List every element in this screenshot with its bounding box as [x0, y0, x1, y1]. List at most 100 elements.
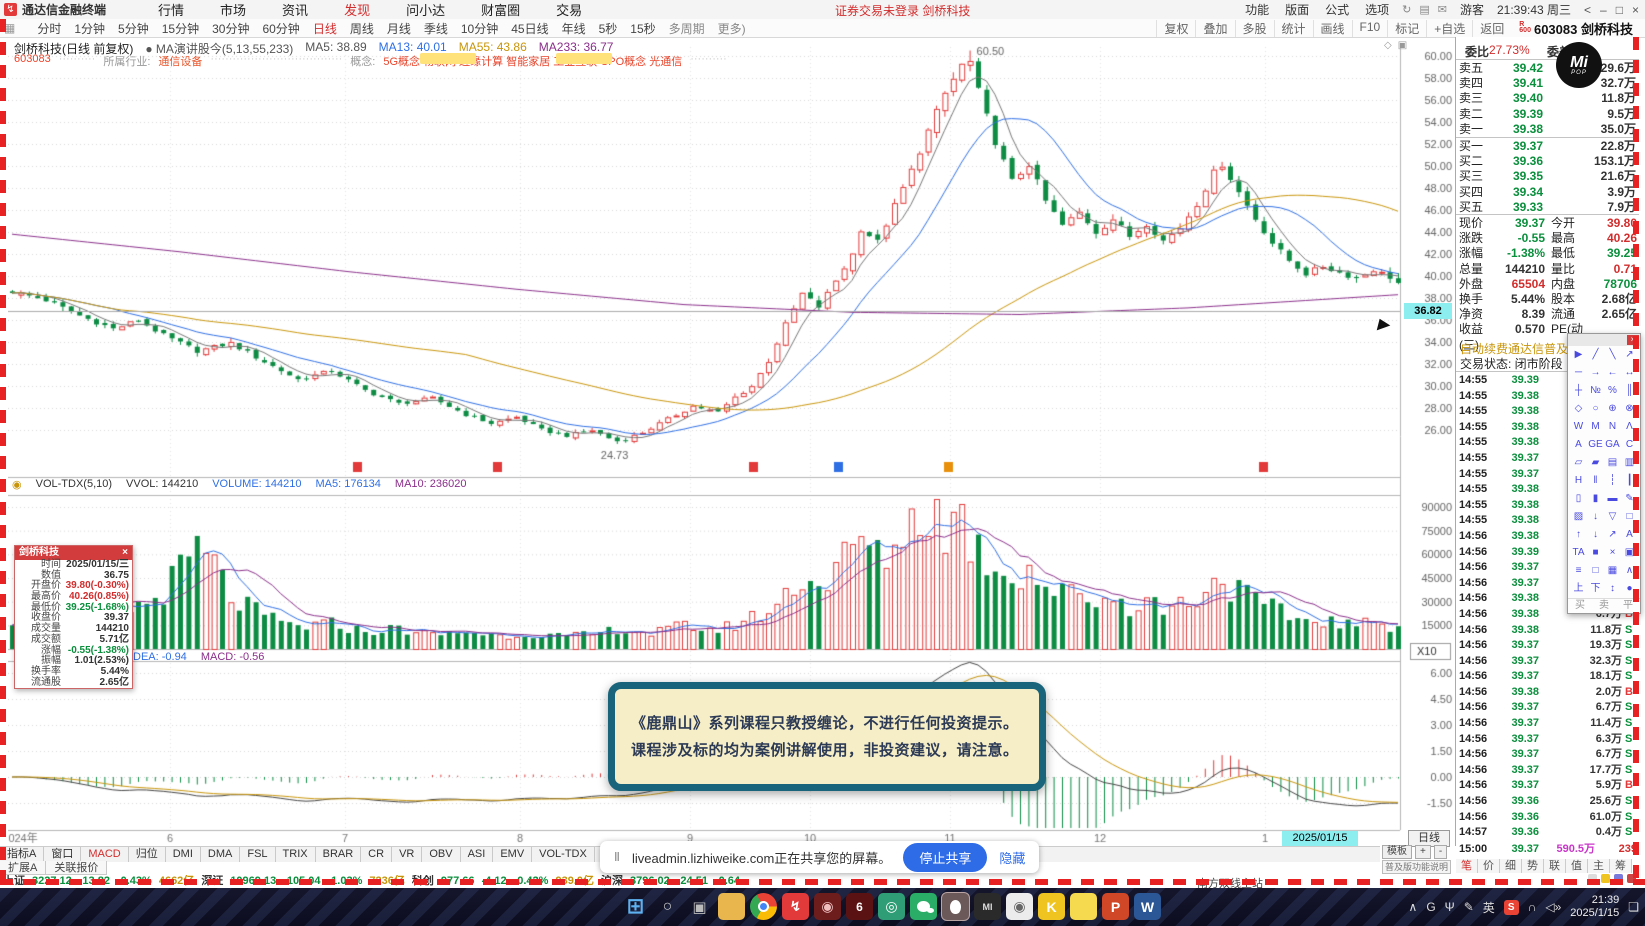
drawing-tool-icon[interactable]: ▬ [1604, 490, 1621, 508]
drawing-tool-icon[interactable]: □ [1587, 562, 1604, 580]
taskbar-app-icon[interactable] [942, 893, 969, 920]
popup-titlebar[interactable]: 剑桥科技 × [15, 546, 132, 560]
indicator-tab[interactable]: CR [361, 847, 393, 862]
sell-level-row[interactable]: 卖五 39.42 29.6万 [1459, 61, 1636, 76]
drawing-tool-icon[interactable]: ┼ [1570, 382, 1587, 400]
period-tab[interactable]: 30分钟 [212, 20, 249, 37]
palette-footer-item[interactable]: 平 [1623, 599, 1633, 613]
toolbar-mini-icon[interactable]: ▤ [1419, 3, 1429, 16]
taskbar-app-icon[interactable]: K [1038, 893, 1065, 920]
indicator-tab[interactable]: MACD [81, 847, 129, 862]
indicator-tab[interactable]: OBV [422, 847, 461, 862]
tick-trade-row[interactable]: 14:56 39.37 6.7万 S [1459, 747, 1637, 763]
menu-item[interactable]: 资讯 [282, 0, 308, 19]
user-guest-label[interactable]: 游客 [1460, 1, 1484, 18]
indicator-tab[interactable]: VR [392, 847, 423, 862]
indicator-tab[interactable]: DMA [201, 847, 241, 862]
taskbar-app-icon[interactable] [718, 893, 745, 920]
drawing-tool-icon[interactable]: № [1587, 382, 1604, 400]
microphone-icon[interactable]: Ψ [1445, 900, 1455, 914]
buy-level-row[interactable]: 买五 39.33 7.9万 [1459, 200, 1636, 215]
extension-tab[interactable]: 关联报价 [46, 861, 108, 875]
close-icon[interactable]: × [122, 546, 128, 560]
chart-corner-icon[interactable]: ◇ [1384, 40, 1392, 51]
drawing-tool-icon[interactable]: ◇ [1570, 400, 1587, 418]
drawing-tool-icon[interactable]: ↓ [1587, 508, 1604, 526]
period-tab[interactable]: 5分钟 [118, 20, 149, 37]
taskbar-app-icon[interactable]: 6 [846, 893, 873, 920]
quote-panel-tab[interactable]: 势 [1522, 859, 1544, 873]
menu-item[interactable]: 财富圈 [481, 0, 520, 19]
indicator-tab[interactable]: 窗口 [44, 847, 82, 862]
period-tab[interactable]: 月线 [387, 20, 411, 37]
menu-item[interactable]: 版面 [1285, 1, 1309, 18]
quote-panel-tab[interactable]: 笔 [1456, 859, 1478, 873]
drawing-tool-icon[interactable]: ■ [1587, 544, 1604, 562]
taskbar-app-icon[interactable]: W [1134, 893, 1161, 920]
tick-trade-row[interactable]: 14:56 39.38 2.0万 B [1459, 685, 1637, 701]
drawing-tool-icon[interactable]: ▱ [1570, 454, 1587, 472]
tick-trade-row[interactable]: 14:56 39.38 11.8万 S [1459, 623, 1637, 639]
chart-action-button[interactable]: F10 [1351, 19, 1388, 37]
quote-panel-tab[interactable]: 细 [1500, 859, 1522, 873]
taskbar-app-icon[interactable]: ◎ [878, 893, 905, 920]
drawing-tool-icon[interactable]: A [1570, 436, 1587, 454]
drawing-tool-icon[interactable]: ▦ [1604, 562, 1621, 580]
taskbar-app-icon[interactable] [910, 893, 937, 920]
menu-item[interactable]: 功能 [1245, 1, 1269, 18]
menu-item[interactable]: 行情 [158, 0, 184, 19]
taskbar-app-icon[interactable]: MI [974, 893, 1001, 920]
quote-panel-tab[interactable]: 价 [1478, 859, 1500, 873]
menu-item[interactable]: 市场 [220, 0, 246, 19]
drawing-tool-icon[interactable]: ↓ [1587, 526, 1604, 544]
input-language-indicator[interactable]: 英 [1483, 899, 1495, 916]
window-control-icon[interactable]: □ [1616, 3, 1623, 17]
indicator-tab[interactable]: VOL-TDX [532, 847, 595, 862]
indicator-tab[interactable]: BRAR [316, 847, 362, 862]
sell-level-row[interactable]: 卖一 39.38 35.0万 [1459, 122, 1636, 137]
sell-level-row[interactable]: 卖四 39.41 32.7万 [1459, 76, 1636, 91]
sell-level-row[interactable]: 卖三 39.40 11.8万 [1459, 91, 1636, 106]
period-tab[interactable]: 更多) [718, 20, 746, 37]
tick-trade-row[interactable]: 14:56 39.37 18.1万 S [1459, 669, 1637, 685]
drawing-tool-icon[interactable]: ▶ [1570, 346, 1587, 364]
drawing-tool-icon[interactable]: ▮ [1587, 490, 1604, 508]
tick-trade-row[interactable]: 14:56 39.36 61.0万 S [1459, 810, 1637, 826]
zoom-out-button[interactable]: - [1433, 845, 1448, 859]
drawing-tool-icon[interactable]: ╱ [1587, 346, 1604, 364]
quote-panel-tab[interactable]: 主 [1588, 859, 1610, 873]
indicator-tab[interactable]: FSL [240, 847, 276, 862]
drawing-tool-icon[interactable]: ▰ [1587, 454, 1604, 472]
drawing-tool-icon[interactable]: % [1604, 382, 1621, 400]
tray-caret-icon[interactable]: ∧ [1409, 900, 1418, 914]
drawing-tool-icon[interactable]: ← [1604, 364, 1621, 382]
menu-item[interactable]: 问小达 [406, 0, 445, 19]
hide-share-bar-link[interactable]: 隐藏 [999, 848, 1025, 867]
tick-trade-row[interactable]: 14:56 39.37 17.7万 S [1459, 763, 1637, 779]
quote-panel-tab[interactable]: 值 [1566, 859, 1588, 873]
tick-trade-row[interactable]: 14:56 39.37 5.9万 B [1459, 778, 1637, 794]
menu-item[interactable]: 选项 [1365, 1, 1389, 18]
taskbar-app-icon[interactable]: ⊞ [622, 893, 649, 920]
drawing-tool-icon[interactable]: × [1604, 544, 1621, 562]
menu-item[interactable]: 发现 [344, 0, 370, 19]
buy-level-row[interactable]: 买一 39.37 22.8万 [1459, 139, 1636, 154]
palette-titlebar[interactable]: × [1568, 334, 1640, 346]
period-tab[interactable]: 年线 [562, 20, 586, 37]
period-tab[interactable]: 多周期 [669, 20, 705, 37]
drawing-tool-icon[interactable]: ↗ [1604, 526, 1621, 544]
period-tab[interactable]: 15秒 [630, 20, 655, 37]
period-tab[interactable]: 1分钟 [74, 20, 105, 37]
taskbar-app-icon[interactable]: ▣ [686, 893, 713, 920]
window-control-icon[interactable]: × [1632, 3, 1639, 17]
chart-action-button[interactable]: 标记 [1387, 19, 1426, 37]
period-tab[interactable]: 10分钟 [461, 20, 498, 37]
sell-level-row[interactable]: 卖二 39.39 9.5万 [1459, 107, 1636, 122]
notification-icon[interactable]: ❏ [1628, 900, 1639, 914]
tray-g-icon[interactable]: G [1426, 900, 1435, 914]
indicator-tab[interactable]: ASI [461, 847, 494, 862]
tick-trade-row[interactable]: 14:56 39.37 11.4万 S [1459, 716, 1637, 732]
drawing-tool-icon[interactable]: ≡ [1570, 562, 1587, 580]
period-tab[interactable]: 日线 [313, 20, 337, 37]
taskbar-app-icon[interactable] [1070, 893, 1097, 920]
